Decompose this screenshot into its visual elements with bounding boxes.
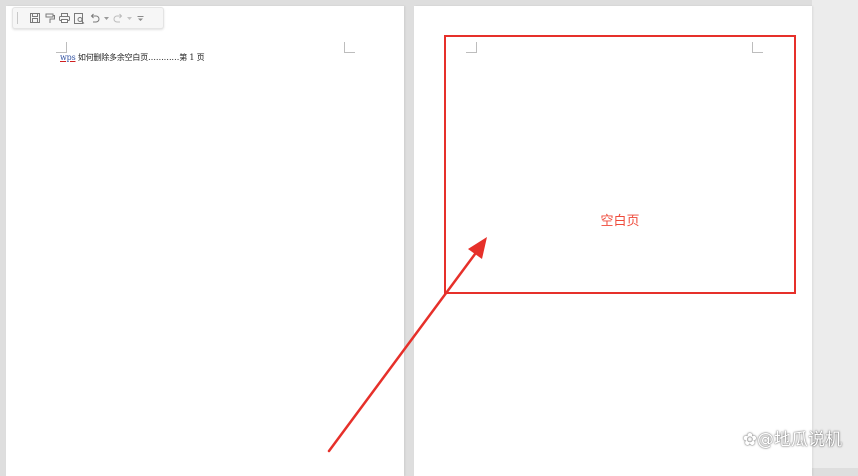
paw-icon: ✿ [742, 430, 757, 450]
print-icon[interactable] [58, 10, 71, 26]
watermark-text: @地瓜说机 [757, 430, 842, 450]
workspace-background [812, 0, 858, 468]
save-icon[interactable] [28, 10, 41, 26]
undo-dropdown-icon[interactable] [103, 10, 109, 26]
redo-dropdown-icon[interactable] [126, 10, 132, 26]
toc-page-ref: 第 1 页 [179, 53, 205, 62]
customize-icon[interactable] [134, 10, 147, 26]
watermark: ✿@地瓜说机 [743, 425, 842, 450]
print-preview-icon[interactable] [73, 10, 86, 26]
redo-icon[interactable] [111, 10, 124, 26]
undo-icon[interactable] [88, 10, 101, 26]
toolbar-grip[interactable] [17, 12, 18, 24]
toc-title: 如何删除多余空白页 [75, 53, 149, 62]
toc-link-text[interactable]: wps [60, 53, 76, 62]
margin-corner-top-right [344, 42, 355, 53]
toc-entry[interactable]: wps 如何删除多余空白页…………第 1 页 [60, 52, 205, 63]
toc-leader: ………… [148, 53, 180, 62]
document-page-1[interactable] [6, 6, 404, 476]
blank-page-highlight-box: 空白页 [444, 35, 796, 294]
quick-access-toolbar [12, 7, 164, 29]
format-painter-icon[interactable] [43, 10, 56, 26]
blank-page-label: 空白页 [600, 214, 640, 229]
